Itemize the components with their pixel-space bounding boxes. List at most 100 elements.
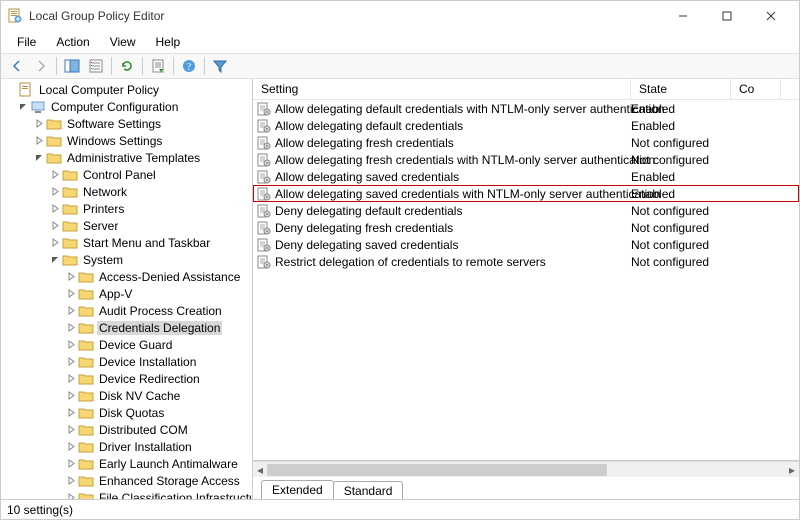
tree-item[interactable]: Driver Installation: [3, 438, 252, 455]
column-headers[interactable]: Setting State Co: [253, 79, 799, 100]
setting-row[interactable]: Restrict delegation of credentials to re…: [253, 253, 799, 270]
tree-item[interactable]: App-V: [3, 285, 252, 302]
tree-admin-templates[interactable]: Administrative Templates: [3, 149, 252, 166]
chevron-right-icon[interactable]: [65, 322, 77, 334]
refresh-button[interactable]: [116, 55, 138, 77]
chevron-right-icon[interactable]: [5, 84, 17, 96]
horizontal-scrollbar[interactable]: ◂ ▸: [253, 461, 799, 477]
menu-view[interactable]: View: [100, 33, 146, 51]
tree-item[interactable]: Access-Denied Assistance: [3, 268, 252, 285]
back-button[interactable]: [6, 55, 28, 77]
chevron-right-icon[interactable]: [65, 339, 77, 351]
chevron-right-icon[interactable]: [49, 186, 61, 198]
setting-name: Deny delegating default credentials: [275, 204, 462, 218]
tab-extended[interactable]: Extended: [261, 480, 334, 499]
folder-icon: [78, 286, 94, 302]
tree-item[interactable]: Audit Process Creation: [3, 302, 252, 319]
chevron-down-icon[interactable]: [49, 254, 61, 266]
tree-item[interactable]: File Classification Infrastructure: [3, 489, 252, 499]
setting-row[interactable]: Deny delegating saved credentialsNot con…: [253, 236, 799, 253]
setting-row[interactable]: Allow delegating fresh credentialsNot co…: [253, 134, 799, 151]
chevron-right-icon[interactable]: [49, 220, 61, 232]
chevron-right-icon[interactable]: [49, 203, 61, 215]
scroll-right-arrow[interactable]: ▸: [785, 462, 799, 478]
tree-item[interactable]: Early Launch Antimalware: [3, 455, 252, 472]
node-label: Server: [81, 219, 120, 233]
setting-name: Allow delegating saved credentials with …: [275, 187, 661, 201]
filter-button[interactable]: [209, 55, 231, 77]
folder-icon: [62, 252, 78, 268]
tree-item[interactable]: Credentials Delegation: [3, 319, 252, 336]
scroll-thumb[interactable]: [267, 464, 607, 476]
tree-item[interactable]: Network: [3, 183, 252, 200]
setting-row[interactable]: Deny delegating default credentialsNot c…: [253, 202, 799, 219]
chevron-down-icon[interactable]: [33, 152, 45, 164]
tree-item[interactable]: Disk NV Cache: [3, 387, 252, 404]
tree-item[interactable]: Device Redirection: [3, 370, 252, 387]
menu-action[interactable]: Action: [46, 33, 99, 51]
tree-item[interactable]: Software Settings: [3, 115, 252, 132]
chevron-right-icon[interactable]: [65, 305, 77, 317]
forward-button[interactable]: [30, 55, 52, 77]
tree-item[interactable]: Device Installation: [3, 353, 252, 370]
tree-item[interactable]: Disk Quotas: [3, 404, 252, 421]
chevron-right-icon[interactable]: [65, 373, 77, 385]
tree-item[interactable]: Enhanced Storage Access: [3, 472, 252, 489]
tree-pane[interactable]: Local Computer Policy Computer Configura…: [1, 79, 253, 499]
tree-item[interactable]: Control Panel: [3, 166, 252, 183]
chevron-right-icon[interactable]: [65, 288, 77, 300]
chevron-right-icon[interactable]: [65, 390, 77, 402]
chevron-right-icon[interactable]: [65, 441, 77, 453]
setting-item-icon: [257, 221, 271, 235]
maximize-button[interactable]: [705, 2, 749, 30]
menu-file[interactable]: File: [7, 33, 46, 51]
show-hide-tree-button[interactable]: [61, 55, 83, 77]
tree-item[interactable]: Device Guard: [3, 336, 252, 353]
tree-item[interactable]: Start Menu and Taskbar: [3, 234, 252, 251]
window-title: Local Group Policy Editor: [29, 9, 164, 23]
col-setting[interactable]: Setting: [253, 79, 631, 99]
tab-standard[interactable]: Standard: [333, 481, 404, 499]
col-state[interactable]: State: [631, 79, 731, 99]
chevron-right-icon[interactable]: [65, 475, 77, 487]
setting-row[interactable]: Allow delegating saved credentials with …: [253, 185, 799, 202]
chevron-right-icon[interactable]: [49, 169, 61, 181]
chevron-down-icon[interactable]: [17, 101, 29, 113]
setting-row[interactable]: Deny delegating fresh credentialsNot con…: [253, 219, 799, 236]
tree-item[interactable]: Server: [3, 217, 252, 234]
close-button[interactable]: [749, 2, 793, 30]
chevron-right-icon[interactable]: [65, 424, 77, 436]
chevron-right-icon[interactable]: [33, 118, 45, 130]
chevron-right-icon[interactable]: [33, 135, 45, 147]
toolbar: ?: [1, 53, 799, 79]
help-button[interactable]: ?: [178, 55, 200, 77]
chevron-right-icon[interactable]: [65, 458, 77, 470]
chevron-right-icon[interactable]: [65, 407, 77, 419]
col-comment[interactable]: Co: [731, 79, 781, 99]
tree-item[interactable]: Windows Settings: [3, 132, 252, 149]
minimize-button[interactable]: [661, 2, 705, 30]
tree-system[interactable]: System: [3, 251, 252, 268]
setting-row[interactable]: Allow delegating default credentialsEnab…: [253, 117, 799, 134]
export-list-button[interactable]: [147, 55, 169, 77]
setting-item-icon: [257, 204, 271, 218]
view-tabs: Extended Standard: [253, 477, 799, 499]
status-text: 10 setting(s): [7, 503, 73, 517]
tree-item[interactable]: Printers: [3, 200, 252, 217]
tree-item[interactable]: Distributed COM: [3, 421, 252, 438]
tree-computer-config[interactable]: Computer Configuration: [3, 98, 252, 115]
menu-help[interactable]: Help: [146, 33, 191, 51]
chevron-right-icon[interactable]: [65, 492, 77, 500]
setting-row[interactable]: Allow delegating default credentials wit…: [253, 100, 799, 117]
setting-row[interactable]: Allow delegating fresh credentials with …: [253, 151, 799, 168]
chevron-right-icon[interactable]: [65, 271, 77, 283]
chevron-right-icon[interactable]: [65, 356, 77, 368]
properties-button[interactable]: [85, 55, 107, 77]
folder-icon: [78, 354, 94, 370]
chevron-right-icon[interactable]: [49, 237, 61, 249]
setting-row[interactable]: Allow delegating saved credentialsEnable…: [253, 168, 799, 185]
tree-root[interactable]: Local Computer Policy: [3, 81, 252, 98]
scroll-left-arrow[interactable]: ◂: [253, 462, 267, 478]
settings-list[interactable]: Setting State Co Allow delegating defaul…: [253, 79, 799, 461]
folder-icon: [62, 235, 78, 251]
